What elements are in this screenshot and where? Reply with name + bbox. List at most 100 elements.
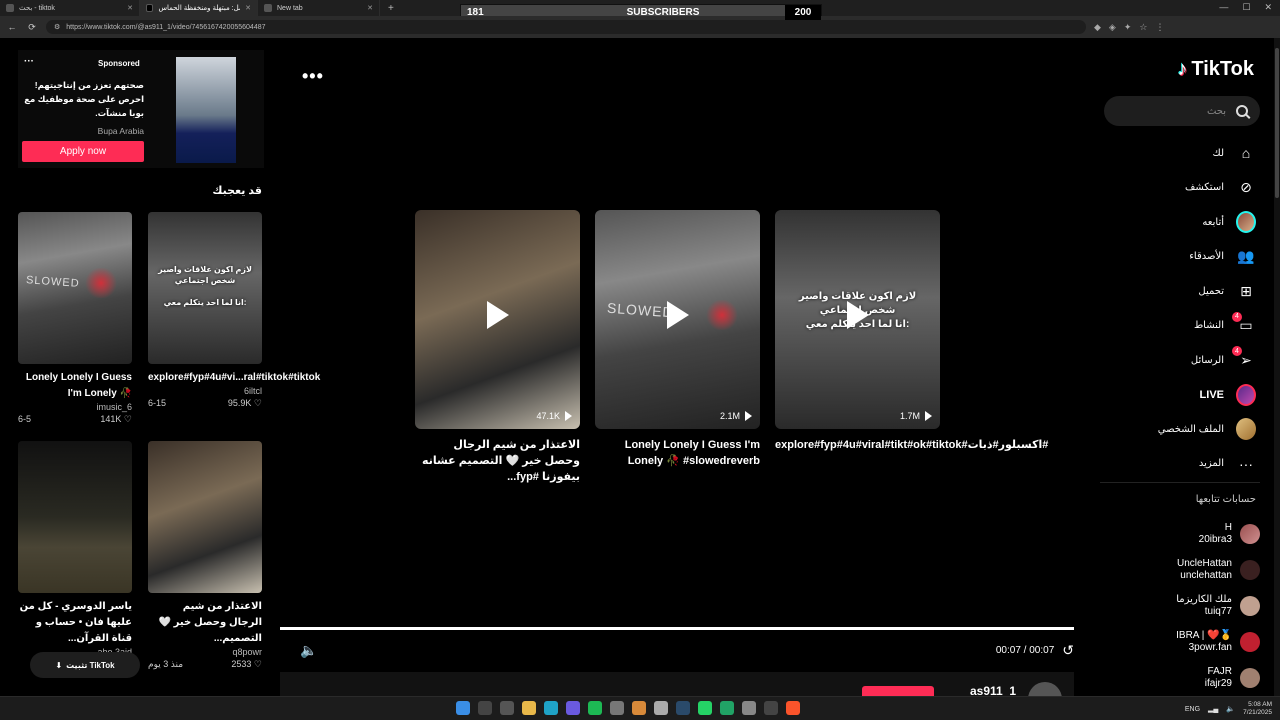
- video-thumbnail[interactable]: 47.1K: [415, 210, 580, 429]
- sidebar-item-profile[interactable]: الملف الشخصي: [1106, 412, 1256, 447]
- sidebar-item-for-you[interactable]: لك ⌂: [1106, 136, 1256, 171]
- close-tab-icon[interactable]: ✕: [127, 4, 133, 12]
- suggested-video-card[interactable]: ياسر الدوسري - كل من عليها فان • حساب و …: [18, 441, 132, 670]
- app-icon[interactable]: [654, 701, 668, 715]
- followed-account[interactable]: ملك الكاريزما tuiq77: [1110, 588, 1260, 624]
- video-thumbnail[interactable]: [148, 441, 262, 593]
- followed-account[interactable]: H 20ibra3: [1110, 516, 1260, 552]
- file-explorer-icon[interactable]: [522, 701, 536, 715]
- menu-icon[interactable]: ⋮: [1155, 22, 1164, 33]
- browser-tab[interactable]: قال أبو باسل: مبتهلة ومنخفظة الحماس... ✕: [140, 0, 258, 16]
- clock[interactable]: 5:08 AM 7/21/2025: [1243, 701, 1272, 717]
- site-info-icon[interactable]: ⚙: [54, 23, 60, 31]
- network-icon[interactable]: ▂▄: [1208, 705, 1218, 713]
- app-icon[interactable]: [632, 701, 646, 715]
- video-caption: explore#fyp#4u#vi...ral#tiktok#tiktok: [148, 372, 321, 383]
- volume-icon[interactable]: 🔈: [300, 642, 317, 659]
- install-label: تثبيت TikTok: [66, 660, 115, 670]
- followed-account[interactable]: FAJR ifajr29: [1110, 660, 1260, 696]
- edge-icon[interactable]: [544, 701, 558, 715]
- video-thumbnail[interactable]: [18, 441, 132, 593]
- video-progress-bar[interactable]: [280, 627, 1074, 630]
- search-input[interactable]: بحث: [1104, 96, 1260, 126]
- language-indicator[interactable]: ENG: [1185, 706, 1200, 713]
- url-field[interactable]: ⚙ https://www.tiktok.com/@as911_1/video/…: [46, 20, 1086, 34]
- maximize-icon[interactable]: ☐: [1242, 2, 1250, 13]
- play-icon[interactable]: [486, 301, 509, 330]
- search-icon[interactable]: [478, 701, 492, 715]
- view-count: 1.7M: [900, 411, 932, 421]
- sidebar-item-messages[interactable]: الرسائل ➢ 4: [1106, 343, 1256, 378]
- sidebar-item-explore[interactable]: استكشف ⊘: [1106, 171, 1256, 206]
- sponsored-ad[interactable]: ··· Sponsored صحتهم تعزز من إنتاجيتهم! ا…: [18, 50, 264, 168]
- steam-icon[interactable]: [676, 701, 690, 715]
- windows-taskbar: ENG ▂▄ 🔈 5:08 AM 7/21/2025: [0, 696, 1280, 720]
- video-username[interactable]: imusic_6: [18, 402, 132, 412]
- browser-tab[interactable]: بحث - tiktok ✕: [0, 0, 140, 16]
- back-icon[interactable]: ←: [6, 22, 18, 32]
- extension-icon[interactable]: ◆: [1094, 22, 1101, 33]
- close-window-icon[interactable]: ✕: [1264, 2, 1272, 13]
- page-scrollbar[interactable]: [1274, 38, 1280, 696]
- more-options-icon[interactable]: •••: [302, 66, 324, 87]
- left-panel: ··· Sponsored صحتهم تعزز من إنتاجيتهم! ا…: [18, 50, 321, 696]
- sidebar-item-friends[interactable]: الأصدقاء 👥: [1106, 240, 1256, 275]
- install-tiktok-button[interactable]: ⬇ تثبيت TikTok: [30, 652, 140, 678]
- app-icon[interactable]: [764, 701, 778, 715]
- extension-icon[interactable]: ✦: [1124, 22, 1132, 33]
- views-text: 47.1K: [536, 411, 560, 421]
- sidebar-item-live[interactable]: LIVE: [1106, 378, 1256, 413]
- video-thumbnail[interactable]: SLOWED: [18, 212, 132, 364]
- start-icon[interactable]: [456, 701, 470, 715]
- spotify-icon[interactable]: [588, 701, 602, 715]
- suggested-video-card[interactable]: لازم اكون علاقات واصير شخص اجتماعي انا لم…: [148, 212, 321, 425]
- suggested-video-card[interactable]: لازم اكون علاقات واصير شخص اجتماعي انا ل…: [775, 210, 1048, 485]
- video-thumbnail[interactable]: لازم اكون علاقات واصير شخص اجتماعي انا ل…: [775, 210, 940, 429]
- extension-icon[interactable]: ◈: [1109, 22, 1116, 33]
- bookmark-icon[interactable]: ☆: [1139, 22, 1147, 33]
- sidebar-item-more[interactable]: المزيد ···: [1106, 447, 1256, 482]
- sidebar-item-following[interactable]: أتابعه: [1106, 205, 1256, 240]
- search-icon[interactable]: [1236, 105, 1248, 117]
- brave-icon[interactable]: [786, 701, 800, 715]
- video-thumbnail[interactable]: SLOWED 2.1M: [595, 210, 760, 429]
- reload-icon[interactable]: ⟳: [26, 22, 38, 33]
- account-avatar: [1240, 560, 1260, 580]
- ad-more-icon[interactable]: ···: [24, 56, 34, 67]
- speaker-icon[interactable]: 🔈: [1226, 705, 1235, 713]
- minimize-icon[interactable]: —: [1219, 2, 1228, 13]
- views-play-icon: [745, 411, 752, 421]
- logo-text: TikTok: [1191, 58, 1254, 80]
- task-view-icon[interactable]: [500, 701, 514, 715]
- messages-icon: ➢ 4: [1232, 346, 1256, 370]
- scrollbar-thumb[interactable]: [1275, 48, 1279, 198]
- suggested-video-card[interactable]: SLOWED 2.1M Lonely Lonely I Guess I'm Lo…: [595, 210, 760, 485]
- apply-now-button[interactable]: Apply now: [22, 141, 144, 162]
- browser-tab[interactable]: New tab ✕: [258, 0, 380, 16]
- followed-account[interactable]: IBRA | ❤️🥇 3powr.fan: [1110, 624, 1260, 660]
- close-tab-icon[interactable]: ✕: [367, 4, 373, 12]
- excel-icon[interactable]: [720, 701, 734, 715]
- new-tab-button[interactable]: +: [380, 3, 402, 14]
- close-tab-icon[interactable]: ✕: [245, 4, 251, 12]
- suggested-video-card[interactable]: 47.1K الاعتذار من شيم الرجال وحصل خير 🤍 …: [415, 210, 580, 485]
- right-sidebar: ♪ TikTok بحث لك ⌂ استكشف ⊘ أتابعه الأصدقاء…: [1100, 38, 1270, 696]
- app-icon[interactable]: [742, 701, 756, 715]
- end-screen-suggestions: 47.1K الاعتذار من شيم الرجال وحصل خير 🤍 …: [415, 210, 1048, 485]
- play-icon[interactable]: [666, 301, 689, 330]
- sidebar-item-upload[interactable]: تحميل ⊞: [1106, 274, 1256, 309]
- replay-icon[interactable]: ↺: [1062, 642, 1074, 659]
- video-thumbnail[interactable]: لازم اكون علاقات واصير شخص اجتماعي انا لم…: [148, 212, 262, 364]
- video-username[interactable]: q8powr: [148, 647, 262, 657]
- sidebar-item-activity[interactable]: النشاط ▭ 4: [1106, 309, 1256, 344]
- play-icon[interactable]: [846, 301, 869, 330]
- whatsapp-icon[interactable]: [698, 701, 712, 715]
- suggested-video-card[interactable]: SLOWED Lonely Lonely I Guess I'm Lonely …: [18, 212, 132, 425]
- suggested-video-card[interactable]: الاعتذار من شيم الرجال وحصل خير 🤍 التصمي…: [148, 441, 262, 670]
- follow-button[interactable]: [862, 686, 934, 696]
- app-icon[interactable]: [610, 701, 624, 715]
- app-icon[interactable]: [566, 701, 580, 715]
- tiktok-logo[interactable]: ♪ TikTok: [1177, 58, 1254, 81]
- followed-account[interactable]: UncleHattan unclehattan: [1110, 552, 1260, 588]
- video-username[interactable]: 6iltcl: [148, 386, 262, 396]
